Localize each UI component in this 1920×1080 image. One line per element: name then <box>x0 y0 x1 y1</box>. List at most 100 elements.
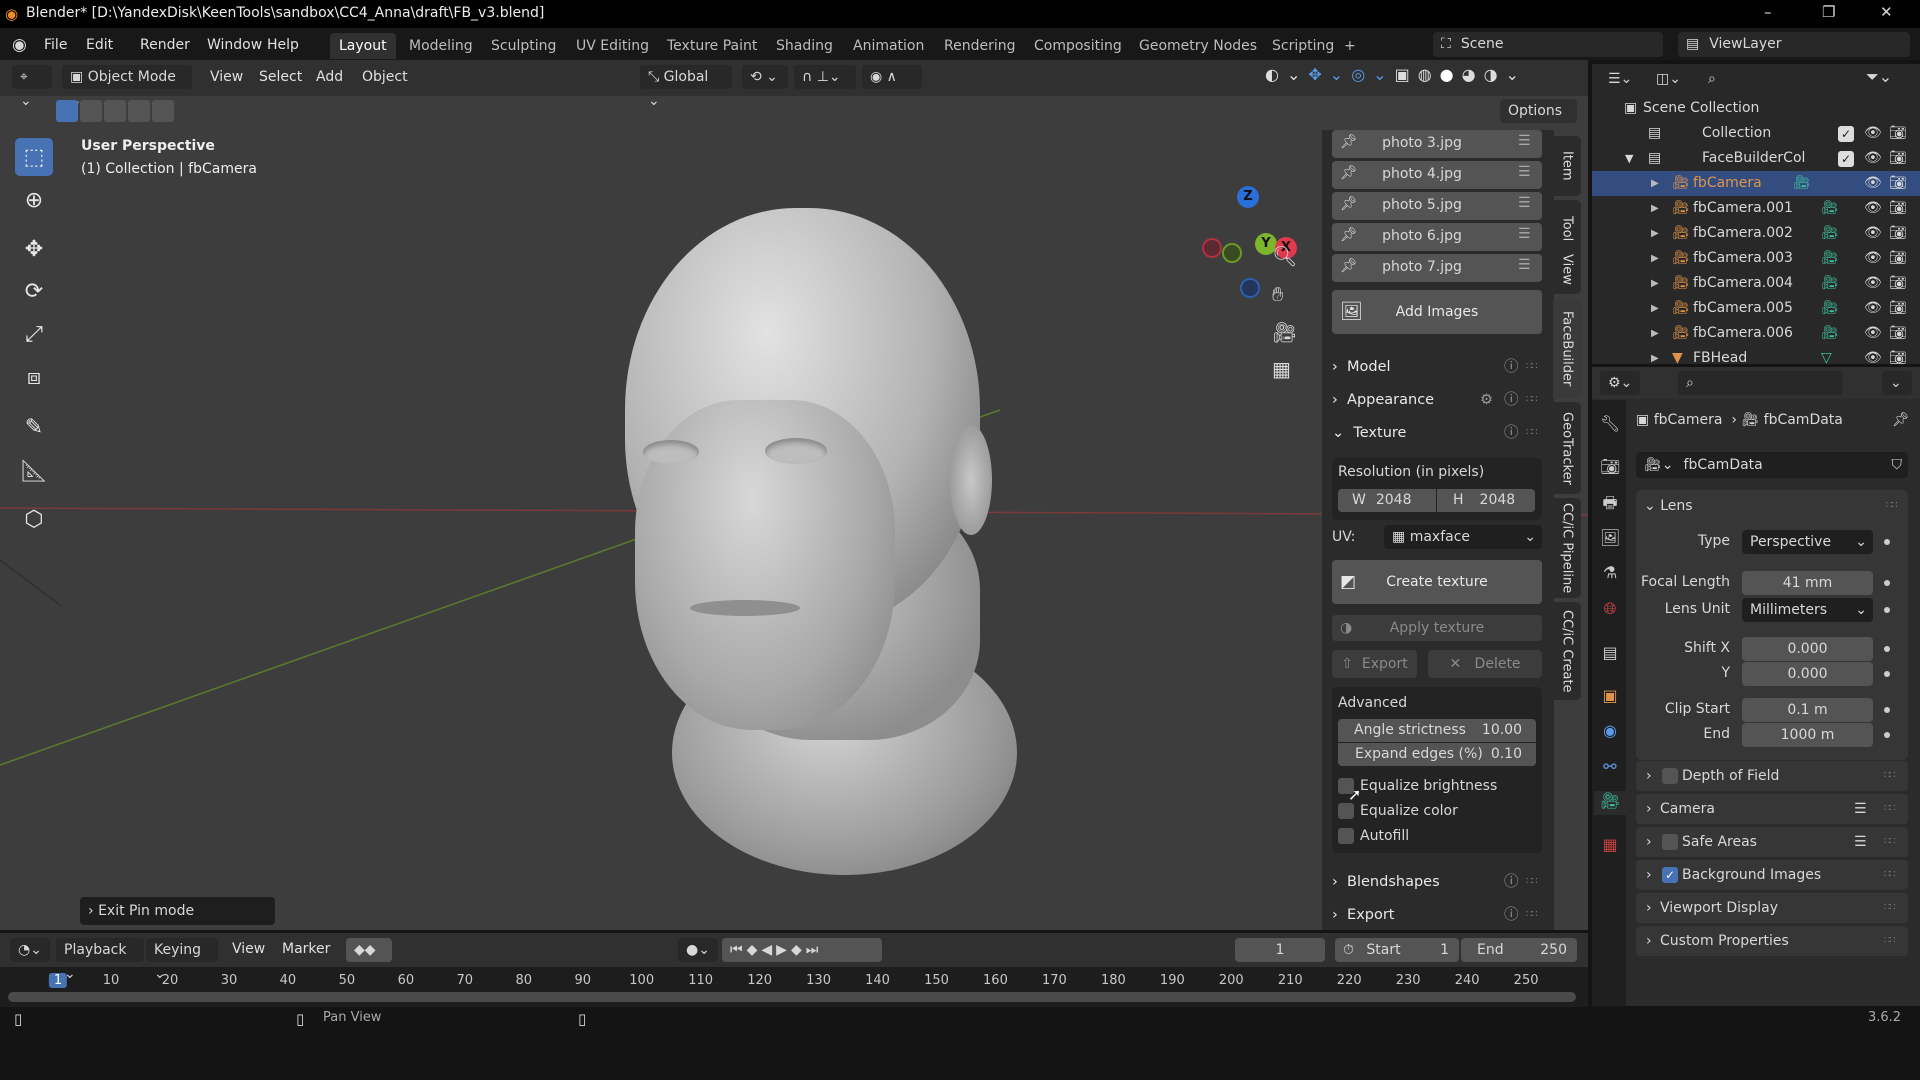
keying-menu[interactable]: Keying ⌄ <box>146 938 218 982</box>
eye-icon[interactable]: 👁︎ <box>1864 321 1882 346</box>
workspace-tab-texture-paint[interactable]: Texture Paint <box>658 33 766 59</box>
photo-row[interactable]: 📌︎ photo 6.jpg ☰ <box>1332 223 1542 251</box>
fake-user-shield-icon[interactable]: ⛉ <box>1892 452 1903 478</box>
camera-data-icon[interactable]: 🎥︎ <box>1793 171 1811 196</box>
photo-row[interactable]: 📌︎ photo 4.jpg ☰ <box>1332 161 1542 189</box>
workspace-tab-modeling[interactable]: Modeling <box>400 33 482 59</box>
sidebar-tab-cc-ic-create[interactable]: CC/iC Create <box>1553 602 1581 700</box>
jump-end-icon[interactable]: ⏭ <box>806 942 823 958</box>
outliner-row[interactable]: ▶ 🎥︎ fbCamera.003 🎥︎ 👁︎ 📷︎ <box>1592 246 1920 271</box>
workspace-tab-layout[interactable]: Layout <box>330 33 396 59</box>
workspace-tab-geometry-nodes[interactable]: Geometry Nodes <box>1130 33 1266 59</box>
drag-handle-icon[interactable]: ∷∷ <box>1884 926 1896 956</box>
blender-menu-icon[interactable]: ◉ <box>12 35 27 55</box>
height-field[interactable]: H 2048 <box>1437 489 1535 512</box>
tool-tab-icon[interactable]: 🔧︎ <box>1600 414 1620 438</box>
scale-tool-icon[interactable]: ⤢ <box>15 315 53 353</box>
render-camera-icon[interactable]: 📷︎ <box>1889 196 1907 221</box>
timeline-scrollbar[interactable] <box>8 992 1576 1002</box>
menu-lines-icon[interactable]: ☰ <box>1518 257 1531 273</box>
model-panel-header[interactable]: › Model ⓘ ∷∷ <box>1332 352 1542 382</box>
checkbox[interactable] <box>1338 828 1354 844</box>
select-box-tool-icon[interactable]: ⬚ <box>15 138 53 176</box>
render-camera-icon[interactable]: 📷︎ <box>1889 121 1907 146</box>
view-layer-selector[interactable]: ▤ ViewLayer <box>1678 32 1910 57</box>
outliner-row[interactable]: ▶ 🎥︎ fbCamera.004 🎥︎ 👁︎ 📷︎ <box>1592 271 1920 296</box>
sidebar-tab-item[interactable]: Item <box>1553 136 1581 196</box>
eye-icon[interactable]: 👁︎ <box>1864 121 1882 146</box>
outliner-row[interactable]: ▤ Collection ✓ 👁︎ 📷︎ <box>1592 121 1920 146</box>
expand-right-icon[interactable]: ▶ <box>1651 321 1659 346</box>
eye-icon[interactable]: 👁︎ <box>1864 221 1882 246</box>
material-shading-icon[interactable]: ◕ <box>1462 65 1484 84</box>
options-dropdown[interactable]: Options ⌄ <box>1500 99 1577 143</box>
auto-keying-record-icon[interactable]: ●⌄ <box>678 938 718 962</box>
drag-handle-icon[interactable]: ∷∷ <box>1526 867 1538 897</box>
proportional-edit-toggle[interactable]: ◉ ∧ <box>862 65 922 89</box>
property-field[interactable]: 0.000 <box>1742 637 1873 661</box>
menu-window[interactable]: Window <box>207 37 262 53</box>
rotate-tool-icon[interactable]: ⟳ <box>15 272 53 310</box>
output-tab-icon[interactable]: 🖶 <box>1600 492 1620 516</box>
render-camera-icon[interactable]: 📷︎ <box>1889 321 1907 346</box>
photo-row[interactable]: 📌︎ photo 3.jpg ☰ <box>1332 130 1542 158</box>
texture-panel-header[interactable]: ⌄ Texture ⓘ ∷∷ <box>1332 418 1542 448</box>
apply-texture-button[interactable]: ◑ Apply texture <box>1332 615 1542 641</box>
camera-data-icon[interactable]: 🎥︎ <box>1821 321 1839 346</box>
checkbox[interactable] <box>1338 803 1354 819</box>
property-field[interactable]: 0.000 <box>1742 662 1873 686</box>
eye-icon[interactable]: 👁︎ <box>1864 271 1882 296</box>
subpanel-checkbox[interactable]: ✓ <box>1662 867 1678 883</box>
render-camera-icon[interactable]: 📷︎ <box>1889 296 1907 321</box>
subpanel-header[interactable]: › Camera ☰ ∷∷ <box>1636 794 1908 824</box>
camera-data-icon[interactable]: 🎥︎ <box>1821 221 1839 246</box>
menu-lines-icon[interactable]: ☰ <box>1518 164 1531 180</box>
help-icon[interactable]: ⓘ <box>1504 385 1519 415</box>
create-texture-button[interactable]: ◩ Create texture <box>1332 560 1542 604</box>
minimize-button[interactable]: – <box>1764 3 1772 21</box>
help-icon[interactable]: ⓘ <box>1504 900 1519 930</box>
workspace-tab-scripting[interactable]: Scripting <box>1263 33 1343 59</box>
play-reverse-icon[interactable]: ◀ <box>761 942 776 958</box>
help-icon[interactable]: ⓘ <box>1504 418 1519 448</box>
render-camera-icon[interactable]: 📷︎ <box>1889 146 1907 171</box>
subpanel-checkbox[interactable] <box>1662 768 1678 784</box>
exclude-checkbox[interactable]: ✓ <box>1838 126 1854 142</box>
select-extend-button[interactable] <box>80 100 102 122</box>
workspace-tab-+[interactable]: + <box>1335 33 1365 59</box>
eye-icon[interactable]: 👁︎ <box>1864 196 1882 221</box>
camera-data-selector[interactable]: 🎥︎⌄ fbCamData ⛉ <box>1636 452 1908 478</box>
keyframe-dot-icon[interactable] <box>1884 732 1890 738</box>
wireframe-shading-icon[interactable]: ◍ <box>1418 65 1440 84</box>
exclude-checkbox[interactable]: ✓ <box>1838 151 1854 167</box>
gizmo-toggle-icon[interactable]: ✥⌄ <box>1308 65 1351 84</box>
menu-render[interactable]: Render <box>140 37 190 53</box>
jump-start-icon[interactable]: ⏮ <box>730 942 747 958</box>
workspace-tab-animation[interactable]: Animation <box>844 33 933 59</box>
presets-list-icon[interactable]: ☰ <box>1854 794 1867 824</box>
sidebar-tab-facebuilder[interactable]: FaceBuilder <box>1553 300 1581 398</box>
keyframe-jump-icon[interactable]: ◆◆ <box>346 938 392 962</box>
select-new-button[interactable] <box>56 100 78 122</box>
render-camera-icon[interactable]: 📷︎ <box>1889 246 1907 271</box>
playback-menu[interactable]: Playback ⌄ <box>56 938 144 982</box>
width-field[interactable]: W 2048 <box>1338 489 1436 512</box>
property-field[interactable]: Millimeters ⌄ <box>1742 598 1873 622</box>
gizmo-z-axis[interactable]: Z <box>1237 186 1259 208</box>
blendshapes-panel-header[interactable]: › Blendshapes ⓘ ∷∷ <box>1332 867 1542 897</box>
keyframe-dot-icon[interactable] <box>1884 580 1890 586</box>
camera-data-icon[interactable]: 🎥︎ <box>1821 271 1839 296</box>
expand-right-icon[interactable]: ▶ <box>1651 196 1659 221</box>
menu-add[interactable]: Add <box>316 69 343 85</box>
properties-editor-type[interactable]: ⚙⌄ <box>1600 371 1640 395</box>
uv-map-dropdown[interactable]: ▦ maxface ⌄ <box>1384 525 1542 549</box>
export-texture-button[interactable]: ⇧ Export <box>1332 650 1417 678</box>
annotate-tool-icon[interactable]: ✎ <box>15 408 53 446</box>
menu-file[interactable]: File <box>44 37 67 53</box>
expand-right-icon[interactable]: ▶ <box>1651 221 1659 246</box>
angle-strictness-field[interactable]: Angle strictness 10.00 <box>1338 719 1536 742</box>
property-field[interactable]: 0.1 m <box>1742 698 1873 722</box>
play-icon[interactable]: ▶ <box>776 942 791 958</box>
close-button[interactable]: ✕ <box>1880 3 1893 21</box>
sidebar-tab-cc-ic-pipeline[interactable]: CC/iC Pipeline <box>1553 498 1581 598</box>
